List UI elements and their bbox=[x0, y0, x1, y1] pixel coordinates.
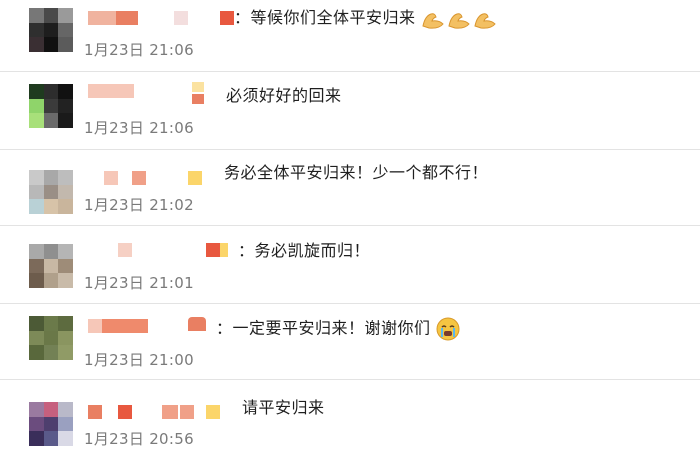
comment-text: ：一定要平安归来！谢谢你们 bbox=[216, 317, 460, 341]
comment-item[interactable]: 必须好好的回来 1月23日 21:06 bbox=[0, 72, 700, 150]
username-redacted[interactable] bbox=[88, 317, 218, 335]
avatar[interactable] bbox=[29, 244, 73, 288]
avatar[interactable] bbox=[29, 316, 73, 360]
username-redacted[interactable] bbox=[88, 11, 248, 27]
comment-list: ：等候你们全体平安归来 1月23日 21:06 必须好好的回来 1月23日 21… bbox=[0, 0, 700, 462]
comment-time: 1月23日 20:56 bbox=[84, 430, 194, 448]
flexed-biceps-icon bbox=[422, 12, 496, 29]
avatar[interactable] bbox=[29, 8, 73, 52]
comment-text: ：务必凯旋而归！ bbox=[238, 241, 371, 260]
comment-text: 务必全体平安归来！少一个都不行！ bbox=[224, 163, 489, 182]
crying-face-icon bbox=[436, 317, 460, 341]
comment-item[interactable]: ：一定要平安归来！谢谢你们 1月23日 21:00 bbox=[0, 304, 700, 380]
username-redacted[interactable] bbox=[88, 82, 218, 104]
comment-time: 1月23日 21:02 bbox=[84, 196, 194, 214]
avatar[interactable] bbox=[29, 84, 73, 128]
comment-time: 1月23日 21:06 bbox=[84, 41, 194, 59]
comment-item[interactable]: 请平安归来 1月23日 20:56 bbox=[0, 380, 700, 462]
username-redacted[interactable] bbox=[104, 171, 214, 187]
username-redacted[interactable] bbox=[92, 243, 242, 259]
avatar[interactable] bbox=[29, 402, 73, 446]
avatar[interactable] bbox=[29, 170, 73, 214]
comment-time: 1月23日 21:01 bbox=[84, 274, 194, 292]
comment-time: 1月23日 21:00 bbox=[84, 351, 194, 369]
comment-item[interactable]: 务必全体平安归来！少一个都不行！ 1月23日 21:02 bbox=[0, 150, 700, 226]
comment-time: 1月23日 21:06 bbox=[84, 119, 194, 137]
comment-item[interactable]: ：等候你们全体平安归来 1月23日 21:06 bbox=[0, 0, 700, 72]
comment-text: 必须好好的回来 bbox=[226, 86, 342, 105]
comment-text: ：等候你们全体平安归来 bbox=[234, 7, 499, 30]
comment-item[interactable]: ：务必凯旋而归！ 1月23日 21:01 bbox=[0, 226, 700, 304]
username-redacted[interactable] bbox=[88, 405, 228, 421]
comment-text: 请平安归来 bbox=[242, 398, 325, 417]
